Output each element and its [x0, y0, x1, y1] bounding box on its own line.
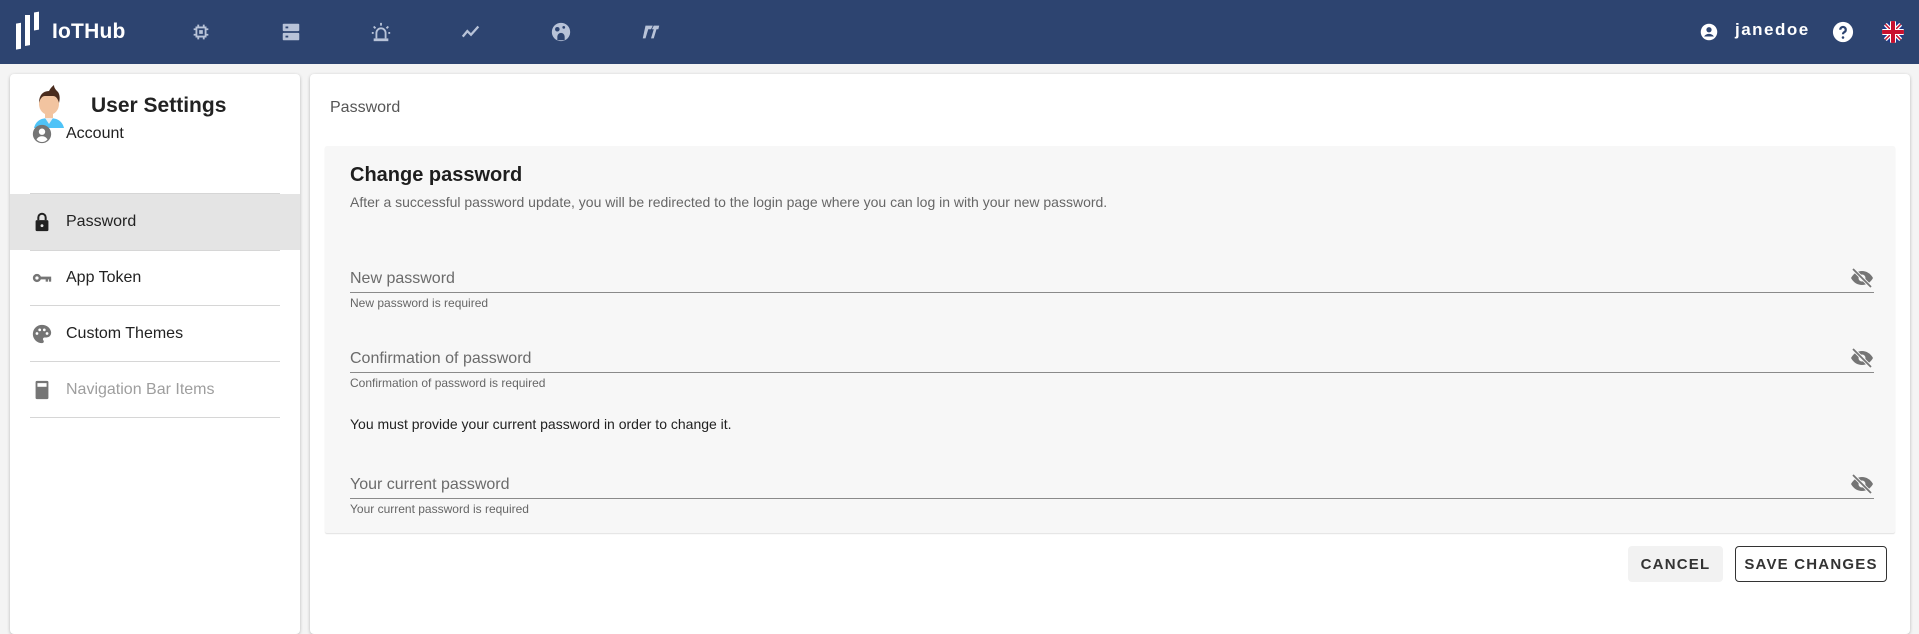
dashboard-icon[interactable]	[549, 20, 573, 44]
cancel-button[interactable]: CANCEL	[1628, 546, 1723, 582]
divider	[30, 417, 280, 418]
sidebar-item-custom-themes[interactable]: Custom Themes	[10, 306, 300, 362]
iothub-logo-icon	[16, 11, 39, 50]
breadcrumb: Password	[330, 99, 401, 116]
card-title: Change password	[350, 164, 523, 186]
visibility-off-icon[interactable]	[1850, 346, 1874, 370]
settings-sidebar: User Settings Account Password App Token…	[10, 74, 300, 634]
app-name: IoTHub	[52, 20, 126, 43]
sidebar-item-label: Custom Themes	[66, 325, 184, 342]
visibility-off-icon[interactable]	[1850, 472, 1874, 496]
lock-icon	[30, 210, 54, 234]
sidebar-item-label: Password	[66, 213, 137, 230]
field-label: New password	[350, 270, 455, 287]
alarm-icon[interactable]	[369, 20, 393, 44]
sidebar-item-label: Account	[66, 125, 124, 142]
field-underline	[350, 372, 1874, 373]
integration-icon[interactable]	[639, 20, 663, 44]
field-label: Confirmation of password	[350, 350, 532, 367]
account-circle-icon[interactable]	[1700, 23, 1718, 46]
card-description: After a successful password update, you …	[350, 194, 1108, 210]
help-icon[interactable]	[1832, 21, 1854, 48]
top-navigation-bar: IoTHub janedoe	[0, 0, 1919, 64]
app-logo[interactable]: IoTHub	[14, 10, 126, 54]
sidebar-item-navigation-bar-items[interactable]: Navigation Bar Items	[10, 362, 300, 418]
uk-flag-language-icon[interactable]	[1882, 21, 1904, 43]
main-content: Password Change password After a success…	[310, 74, 1910, 634]
servers-icon[interactable]	[279, 20, 303, 44]
analytics-icon[interactable]	[459, 20, 483, 44]
palette-icon	[30, 322, 54, 346]
field-underline	[350, 498, 1874, 499]
key-icon	[30, 266, 54, 290]
save-changes-button[interactable]: SAVE CHANGES	[1735, 546, 1887, 582]
current-password-notice: You must provide your current password i…	[350, 416, 732, 432]
field-label: Your current password	[350, 476, 510, 493]
field-underline	[350, 292, 1874, 293]
sidebar-item-label: Navigation Bar Items	[66, 381, 215, 398]
field-helper-text: Confirmation of password is required	[350, 376, 546, 390]
visibility-off-icon[interactable]	[1850, 266, 1874, 290]
calculator-icon	[30, 378, 54, 402]
sidebar-item-label: App Token	[66, 269, 142, 286]
username-label[interactable]: janedoe	[1735, 20, 1810, 40]
change-password-card: Change password After a successful passw…	[325, 146, 1895, 533]
sidebar-item-app-token[interactable]: App Token	[10, 250, 300, 306]
devices-chip-icon[interactable]	[189, 20, 213, 44]
sidebar-item-account[interactable]: Account	[10, 106, 300, 162]
field-helper-text: New password is required	[350, 296, 489, 310]
sidebar-item-password[interactable]: Password	[10, 194, 300, 250]
field-helper-text: Your current password is required	[350, 502, 529, 516]
account-circle-icon	[30, 122, 54, 146]
